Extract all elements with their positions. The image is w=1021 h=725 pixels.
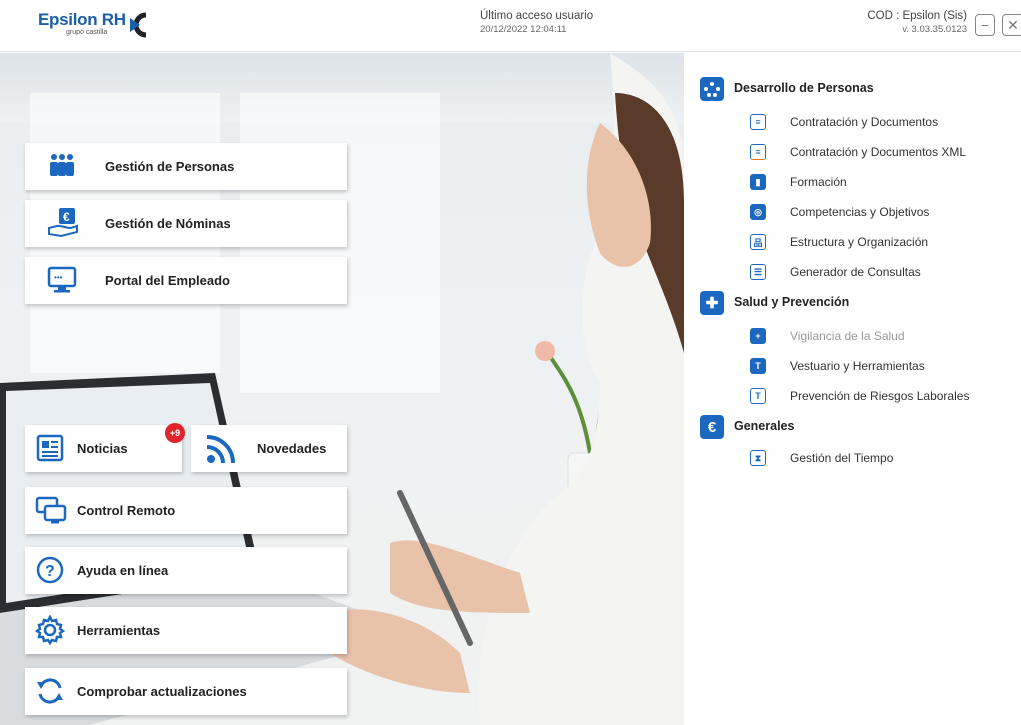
portal-empleado-button[interactable]: ••• Portal del Empleado	[25, 257, 347, 304]
svg-text:€: €	[63, 210, 70, 224]
close-button[interactable]: ✕	[1002, 14, 1021, 36]
category-salud-prevencion[interactable]: ✚ Salud y Prevención	[700, 291, 849, 315]
menu-item-label: Gestión del Tiempo	[790, 451, 894, 465]
medical-cross-icon: ✚	[700, 291, 724, 315]
svg-text:•••: •••	[54, 273, 63, 282]
noticias-label: Noticias	[77, 441, 128, 456]
gestion-personas-button[interactable]: Gestión de Personas	[25, 143, 347, 190]
menu-item-label: Formación	[790, 175, 847, 189]
menu-item-label: Vigilancia de la Salud	[790, 329, 905, 343]
menu-item-label: Generador de Consultas	[790, 265, 921, 279]
app-header: Epsilon RH grupo castilla Último acceso …	[0, 0, 1021, 52]
menu-item-vestuario-herramientas[interactable]: T Vestuario y Herramientas	[750, 358, 925, 374]
monitor-icon: •••	[47, 265, 77, 295]
control-remoto-button[interactable]: Control Remoto	[25, 487, 347, 534]
logo-text: Epsilon RH	[38, 10, 126, 29]
logo-mark-icon	[130, 12, 147, 38]
shirt-icon: T	[750, 358, 766, 374]
hourglass-icon: ⧗	[750, 450, 766, 466]
woman-hand	[390, 540, 530, 613]
remote-screen-icon	[35, 495, 67, 527]
rss-feed-icon	[205, 433, 237, 465]
people-network-icon	[700, 77, 724, 101]
menu-item-generador-consultas[interactable]: ☰ Generador de Consultas	[750, 264, 921, 280]
close-icon: ✕	[1007, 16, 1019, 33]
last-access-date: 20/12/2022 12:04:11	[480, 24, 567, 35]
general-folder-icon: €	[700, 415, 724, 439]
herramientas-label: Herramientas	[77, 623, 161, 638]
minimize-button[interactable]: −	[975, 14, 995, 36]
app-version: v. 3.03.35.0123	[902, 24, 967, 35]
menu-item-prevencion-riesgos[interactable]: T Prevención de Riesgos Laborales	[750, 388, 969, 404]
org-chart-icon: 品	[750, 234, 766, 250]
last-access-info: Último acceso usuario 20/12/2022 12:04:1…	[480, 10, 593, 35]
menu-item-label: Estructura y Organización	[790, 235, 929, 249]
modules-panel: Desarrollo de Personas ≡ Contratación y …	[684, 53, 1021, 725]
gestion-personas-label: Gestión de Personas	[105, 159, 235, 174]
gestion-nominas-button[interactable]: € Gestión de Nóminas	[25, 200, 347, 247]
app-logo: Epsilon RH grupo castilla	[38, 10, 158, 44]
woman-hand-left	[330, 609, 470, 693]
payroll-hand-icon: €	[47, 206, 79, 238]
category-label: Generales	[734, 419, 795, 433]
book-icon: ▮	[750, 174, 766, 190]
menu-item-gestion-tiempo[interactable]: ⧗ Gestión del Tiempo	[750, 450, 893, 466]
people-group-icon	[47, 151, 77, 181]
comprobar-actualizaciones-button[interactable]: Comprobar actualizaciones	[25, 668, 347, 715]
category-desarrollo-personas[interactable]: Desarrollo de Personas	[700, 77, 874, 101]
ayuda-label: Ayuda en línea	[77, 563, 169, 578]
company-code: COD : Epsilon (Sis)	[867, 10, 967, 22]
menu-item-label: Contratación y Documentos	[790, 115, 939, 129]
menu-item-label: Contratación y Documentos XML	[790, 145, 967, 159]
category-generales[interactable]: € Generales	[700, 415, 794, 439]
novedades-button[interactable]: Novedades	[191, 425, 347, 472]
menu-item-label: Competencias y Objetivos	[790, 205, 930, 219]
gear-icon	[35, 615, 65, 645]
news-icon	[35, 433, 65, 463]
category-label: Salud y Prevención	[734, 295, 850, 309]
comprobar-actualizaciones-label: Comprobar actualizaciones	[77, 684, 247, 699]
gestion-nominas-label: Gestión de Nóminas	[105, 216, 231, 231]
refresh-icon	[35, 676, 65, 706]
document-icon: ≡	[750, 114, 766, 130]
logo-subtitle: grupo castilla	[66, 29, 108, 36]
menu-item-competencias-objetivos[interactable]: ◎ Competencias y Objetivos	[750, 204, 929, 220]
health-plus-icon: +	[750, 328, 766, 344]
noticias-badge: +9	[165, 423, 185, 443]
query-document-icon: ☰	[750, 264, 766, 280]
category-label: Desarrollo de Personas	[734, 81, 874, 95]
noticias-button[interactable]: Noticias +9	[25, 423, 185, 472]
minimize-icon: −	[980, 17, 990, 33]
last-access-label: Último acceso usuario	[480, 10, 594, 22]
company-code-info: COD : Epsilon (Sis) v. 3.03.35.0123	[867, 10, 967, 35]
novedades-label: Novedades	[257, 441, 327, 456]
menu-item-label: Prevención de Riesgos Laborales	[790, 389, 970, 403]
safety-icon: T	[750, 388, 766, 404]
menu-item-contratacion-documentos-xml[interactable]: ≡ Contratación y Documentos XML	[750, 144, 966, 160]
menu-item-contratacion-documentos[interactable]: ≡ Contratación y Documentos	[750, 114, 938, 130]
svg-text:?: ?	[45, 563, 55, 580]
menu-item-estructura-organizacion[interactable]: 品 Estructura y Organización	[750, 234, 928, 250]
target-icon: ◎	[750, 204, 766, 220]
menu-item-formacion[interactable]: ▮ Formación	[750, 174, 847, 190]
menu-item-vigilancia-salud[interactable]: + Vigilancia de la Salud	[750, 328, 905, 344]
xml-document-icon: ≡	[750, 144, 766, 160]
ayuda-button[interactable]: ? Ayuda en línea	[25, 547, 347, 594]
portal-empleado-label: Portal del Empleado	[105, 273, 230, 288]
control-remoto-label: Control Remoto	[77, 503, 176, 518]
menu-item-label: Vestuario y Herramientas	[790, 359, 925, 373]
help-icon: ?	[35, 555, 65, 585]
herramientas-button[interactable]: Herramientas	[25, 607, 347, 654]
